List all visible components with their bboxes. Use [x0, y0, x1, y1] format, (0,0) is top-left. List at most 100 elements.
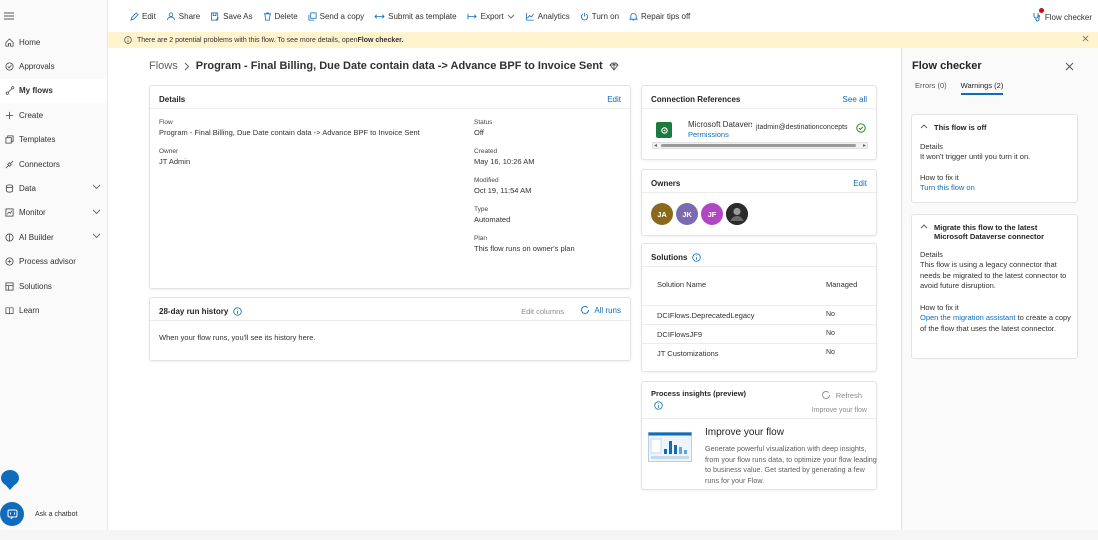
chevron-up-icon[interactable]: [920, 224, 928, 241]
scrollbar-thumb[interactable]: [661, 144, 856, 147]
solutions-title: Solutions: [651, 253, 702, 262]
table-row[interactable]: DCIFlows.DeprecatedLegacy No: [642, 305, 876, 324]
improve-flow-link[interactable]: Improve your flow: [812, 407, 867, 414]
nav-item-process-advisor[interactable]: Process advisor: [0, 250, 107, 274]
owner-value: JT Admin: [159, 157, 191, 166]
improve-flow-heading: Improve your flow: [705, 427, 784, 438]
avatar[interactable]: JK: [676, 203, 698, 225]
see-all-link[interactable]: See all: [843, 95, 867, 104]
power-icon: [580, 12, 589, 21]
avatar-photo[interactable]: [726, 203, 748, 225]
command-bar: Edit Share Save As Delete Send a copy Su…: [108, 0, 1098, 33]
solution-managed: No: [826, 330, 835, 337]
info-icon[interactable]: [233, 307, 243, 316]
solution-name: JT Customizations: [657, 349, 719, 358]
refresh-icon: [580, 305, 590, 315]
horizontal-scrollbar[interactable]: ◂ ▸: [652, 142, 868, 149]
nav-item-label: Monitor: [19, 208, 46, 218]
breadcrumb-flows-link[interactable]: Flows: [149, 60, 178, 72]
scroll-right-icon[interactable]: ▸: [863, 142, 866, 149]
permissions-link[interactable]: Permissions: [688, 130, 729, 139]
repair-tips-button[interactable]: Repair tips off: [629, 12, 690, 21]
tab-warnings[interactable]: Warnings (2): [960, 81, 1004, 95]
save-as-button[interactable]: Save As: [210, 12, 253, 21]
warning-header[interactable]: This flow is off: [920, 123, 987, 132]
table-row[interactable]: JT Customizations No: [642, 343, 876, 362]
nav-item-connectors[interactable]: Connectors: [0, 152, 107, 176]
nav-item-ai-builder[interactable]: AI Builder: [0, 225, 107, 249]
avatar[interactable]: JF: [701, 203, 723, 225]
repair-tips-label: Repair tips off: [641, 12, 691, 21]
info-icon[interactable]: [692, 253, 702, 262]
chevron-down-icon[interactable]: [92, 209, 101, 215]
share-button[interactable]: Share: [166, 12, 200, 21]
submit-template-label: Submit as template: [388, 12, 457, 21]
avatar[interactable]: JA: [651, 203, 673, 225]
hamburger-menu-icon[interactable]: [4, 12, 14, 20]
solution-name: DCIFlows.DeprecatedLegacy: [657, 311, 755, 320]
chevron-down-icon[interactable]: [92, 184, 101, 190]
nav-item-learn[interactable]: Learn: [0, 298, 107, 322]
save-as-icon: [210, 12, 220, 21]
created-label: Created: [474, 148, 498, 155]
nav-item-templates[interactable]: Templates: [0, 128, 107, 152]
owners-title: Owners: [651, 179, 681, 188]
refresh-button[interactable]: Refresh: [821, 390, 862, 400]
migration-assistant-link[interactable]: Open the migration assistant: [920, 313, 1015, 322]
info-icon[interactable]: [654, 401, 663, 410]
fix-label: How to fix it: [920, 303, 959, 312]
tab-errors[interactable]: Errors (0): [915, 81, 947, 95]
analytics-icon: [525, 12, 535, 21]
close-icon[interactable]: [1082, 35, 1089, 42]
chevron-up-icon[interactable]: [920, 124, 928, 132]
turn-flow-on-link[interactable]: Turn this flow on: [920, 183, 975, 192]
nav-item-label: Approvals: [19, 62, 55, 72]
chatbot-button[interactable]: [0, 502, 24, 526]
analytics-label: Analytics: [537, 12, 570, 21]
close-icon[interactable]: [1065, 62, 1074, 71]
nav-item-my-flows[interactable]: My flows: [0, 78, 107, 104]
process-insights-title: Process insights (preview): [651, 389, 747, 398]
nav-item-monitor[interactable]: Monitor: [0, 201, 107, 225]
table-row[interactable]: DCIFlowsJF9 No: [642, 324, 876, 343]
save-as-label: Save As: [223, 12, 253, 21]
submit-template-button[interactable]: Submit as template: [374, 12, 457, 21]
banner-link[interactable]: Flow checker.: [358, 37, 404, 44]
plus-icon: [4, 110, 15, 121]
premium-diamond-icon: [609, 62, 619, 71]
type-label: Type: [474, 206, 489, 213]
send-copy-button[interactable]: Send a copy: [308, 12, 364, 21]
chevron-right-icon: [184, 62, 190, 71]
analytics-button[interactable]: Analytics: [525, 12, 570, 21]
connection-name: Microsoft Dataverse: [688, 120, 752, 129]
flow-checker-label: Flow checker: [1044, 12, 1092, 22]
divider: [642, 418, 876, 419]
flow-checker-button[interactable]: Flow checker: [1032, 8, 1092, 22]
trash-icon: [263, 12, 272, 21]
edit-label: Edit: [142, 12, 156, 21]
edit-button[interactable]: Edit: [130, 12, 156, 21]
nav-item-approvals[interactable]: Approvals: [0, 54, 107, 78]
all-runs-button[interactable]: All runs: [580, 305, 621, 315]
stethoscope-icon: [1032, 8, 1044, 22]
turn-on-label: Turn on: [591, 12, 620, 21]
nav-item-create[interactable]: Create: [0, 103, 107, 127]
owners-edit-link[interactable]: Edit: [853, 179, 867, 188]
export-button[interactable]: Export: [467, 12, 515, 21]
nav-item-data[interactable]: Data: [0, 176, 107, 200]
turn-on-button[interactable]: Turn on: [580, 12, 619, 21]
info-icon: [124, 36, 132, 44]
delete-button[interactable]: Delete: [263, 12, 298, 21]
details-edit-link[interactable]: Edit: [607, 95, 621, 104]
bottom-strip: [0, 530, 1098, 540]
connectors-icon: [4, 159, 15, 170]
nav-item-solutions[interactable]: Solutions: [0, 274, 107, 298]
details-label: Details: [920, 250, 943, 259]
chevron-down-icon[interactable]: [92, 233, 101, 239]
nav-item-label: Learn: [19, 305, 40, 315]
nav-item-home[interactable]: Home: [0, 30, 107, 54]
warning-header[interactable]: Migrate this flow to the latest Microsof…: [920, 223, 1066, 241]
chat-bubble-icon[interactable]: [1, 470, 19, 490]
edit-columns-button[interactable]: Edit columns: [521, 307, 564, 316]
scroll-left-icon[interactable]: ◂: [654, 142, 657, 149]
